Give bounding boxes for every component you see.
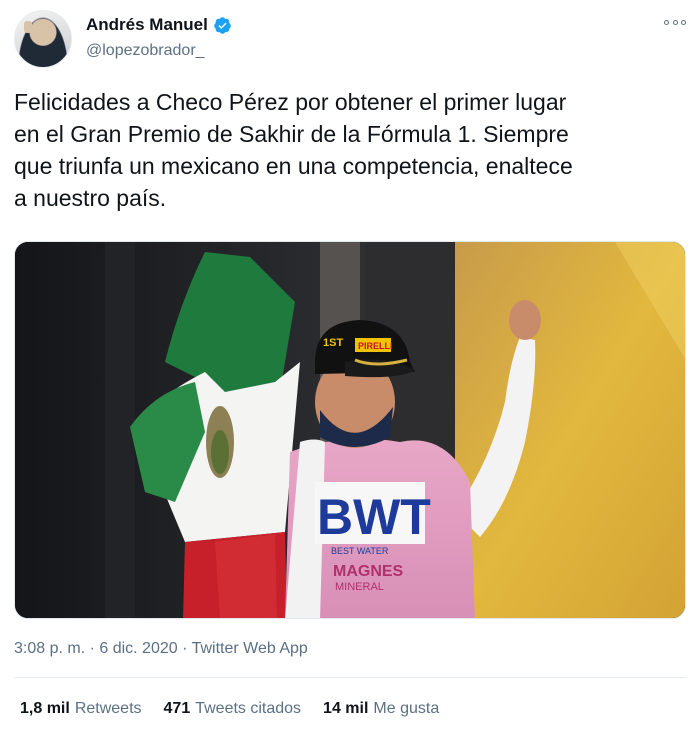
tweet-photo[interactable]: BWT BEST WATER MAGNES MINERAL PIRELLI 1S… [14, 241, 686, 619]
quotes-count: 471 [163, 700, 191, 717]
dot-icon [664, 19, 669, 25]
retweets-label: Retweets [74, 700, 142, 717]
divider [14, 677, 686, 678]
svg-text:MAGNES: MAGNES [333, 563, 404, 580]
photo-illustration: BWT BEST WATER MAGNES MINERAL PIRELLI 1S… [15, 242, 685, 618]
retweets-stat[interactable]: 1,8 mil Retweets [20, 700, 142, 718]
dot-icon [672, 19, 678, 25]
svg-text:MINERAL: MINERAL [335, 581, 384, 593]
likes-count: 14 mil [323, 700, 369, 717]
tweet-timestamp[interactable]: 3:08 p. m. · 6 dic. 2020 · Twitter Web A… [14, 640, 308, 658]
tweet-header: Andrés Manuel @lopezobrador_ [14, 10, 686, 70]
author-handle[interactable]: @lopezobrador_ [86, 42, 205, 60]
more-options-icon[interactable] [664, 14, 686, 30]
quotes-stat[interactable]: 471 Tweets citados [164, 700, 302, 718]
tweet-text: Felicidades a Checo Pérez por obtener el… [14, 89, 573, 211]
author-name[interactable]: Andrés Manuel [86, 15, 208, 35]
dot-icon [681, 19, 686, 25]
svg-text:PIRELLI: PIRELLI [358, 341, 393, 351]
svg-text:BEST WATER: BEST WATER [331, 546, 389, 556]
svg-text:1ST: 1ST [323, 337, 343, 349]
author-name-row[interactable]: Andrés Manuel [86, 15, 232, 35]
likes-stat[interactable]: 14 mil Me gusta [323, 700, 439, 718]
avatar[interactable] [14, 10, 72, 68]
retweets-count: 1,8 mil [20, 700, 70, 717]
svg-text:BWT: BWT [317, 489, 431, 545]
quotes-label: Tweets citados [195, 700, 302, 717]
likes-label: Me gusta [373, 700, 440, 717]
verified-badge-icon [214, 16, 231, 34]
racer-suit: BWT BEST WATER MAGNES MINERAL [285, 438, 475, 618]
tweet-stats: 1,8 mil Retweets 471 Tweets citados 14 m… [20, 700, 439, 718]
